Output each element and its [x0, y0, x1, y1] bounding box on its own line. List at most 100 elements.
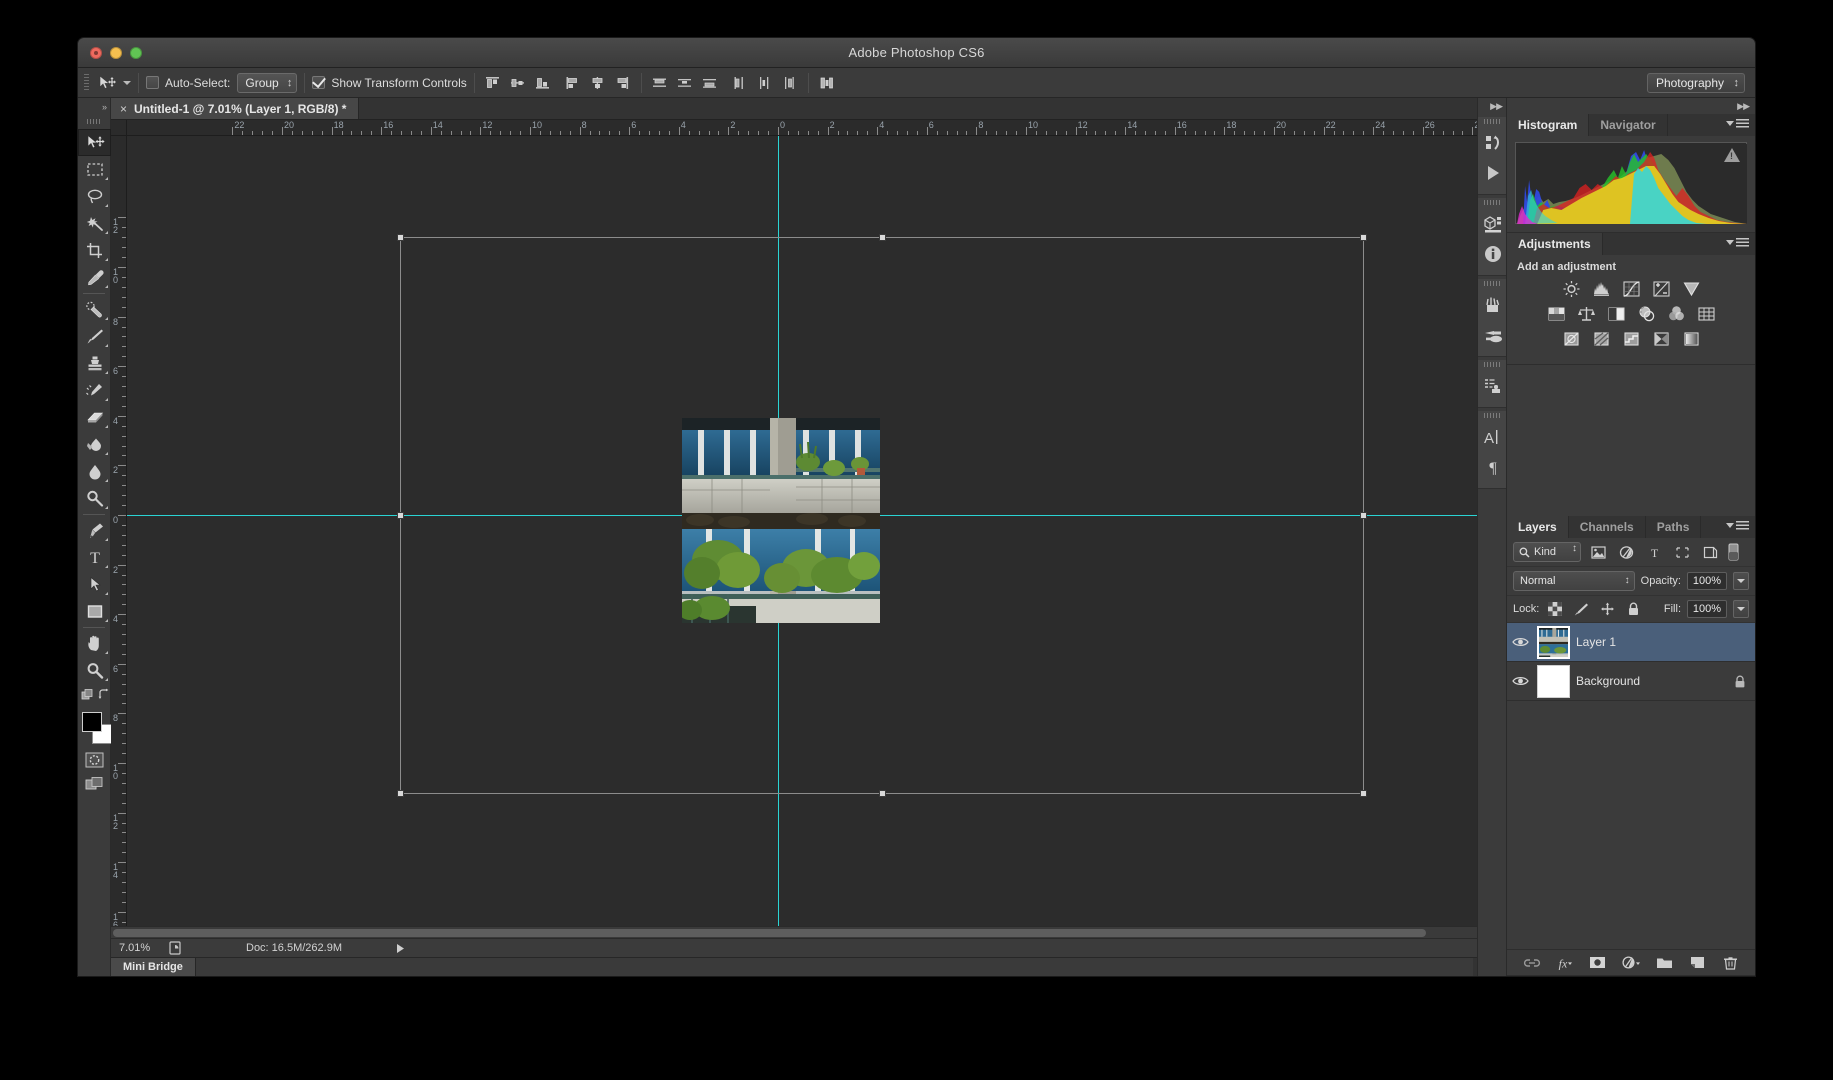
- posterize-icon[interactable]: [1591, 329, 1612, 348]
- filter-shape-layers-icon[interactable]: [1671, 542, 1693, 562]
- link-layers-icon[interactable]: [1521, 953, 1543, 973]
- spot-healing-brush-tool[interactable]: [78, 296, 111, 323]
- tab-adjustments[interactable]: Adjustments: [1507, 233, 1603, 255]
- eraser-tool[interactable]: [78, 404, 111, 431]
- screen-mode-icon[interactable]: [85, 776, 104, 792]
- color-lookup-icon[interactable]: [1696, 304, 1717, 323]
- status-menu-arrow-icon[interactable]: [396, 943, 405, 954]
- ruler-corner[interactable]: [111, 120, 127, 136]
- lock-transparent-pixels-icon[interactable]: [1545, 600, 1565, 618]
- move-tool-icon[interactable]: [94, 72, 120, 94]
- black-and-white-icon[interactable]: [1606, 304, 1627, 323]
- histogram-panel-menu-icon[interactable]: [1726, 119, 1749, 128]
- blend-mode-dropdown[interactable]: Normal: [1513, 571, 1635, 591]
- dock-group-grip[interactable]: [1484, 411, 1500, 420]
- character-panel-icon[interactable]: A: [1478, 422, 1508, 452]
- layer-thumbnail[interactable]: [1537, 626, 1570, 659]
- rectangular-marquee-tool[interactable]: [78, 156, 111, 183]
- gradient-map-icon[interactable]: [1651, 329, 1672, 348]
- dock-group-grip[interactable]: [1484, 279, 1500, 288]
- quick-mask-icon[interactable]: [85, 752, 104, 768]
- layers-panel-menu-icon[interactable]: [1726, 521, 1749, 530]
- hue-saturation-icon[interactable]: [1546, 304, 1567, 323]
- tab-paths[interactable]: Paths: [1646, 516, 1702, 538]
- close-document-icon[interactable]: ×: [120, 102, 127, 116]
- layer-name[interactable]: Background: [1576, 674, 1725, 688]
- workspace-switcher[interactable]: Photography: [1647, 73, 1745, 93]
- exposure-icon[interactable]: [1651, 279, 1672, 298]
- distribute-right-edges-button[interactable]: [779, 73, 801, 93]
- align-left-edges-button[interactable]: [562, 73, 584, 93]
- brush-tool[interactable]: [78, 323, 111, 350]
- uncached-data-warning-icon[interactable]: [1724, 148, 1740, 162]
- crop-tool[interactable]: [78, 237, 111, 264]
- filter-smart-objects-icon[interactable]: [1699, 542, 1721, 562]
- color-balance-icon[interactable]: [1576, 304, 1597, 323]
- zoom-tool[interactable]: [78, 657, 111, 684]
- transform-handle-top-left[interactable]: [397, 234, 404, 241]
- gradient-tool[interactable]: [78, 431, 111, 458]
- transform-handle-bottom-left[interactable]: [397, 790, 404, 797]
- distribute-vertical-centers-button[interactable]: [674, 73, 696, 93]
- horizontal-scrollbar[interactable]: [111, 926, 1479, 938]
- move-tool[interactable]: [78, 129, 111, 156]
- lock-position-icon[interactable]: [1597, 600, 1617, 618]
- panels-collapse-button[interactable]: ▶▶: [1507, 98, 1755, 114]
- curves-icon[interactable]: [1621, 279, 1642, 298]
- photo-filter-icon[interactable]: [1636, 304, 1657, 323]
- horizontal-scroll-thumb[interactable]: [113, 929, 1426, 937]
- transform-handle-middle-left[interactable]: [397, 512, 404, 519]
- blur-tool[interactable]: [78, 458, 111, 485]
- filter-enable-toggle[interactable]: [1727, 542, 1739, 562]
- new-group-icon[interactable]: [1653, 953, 1675, 973]
- toolbox-collapse-button[interactable]: »: [78, 98, 110, 116]
- fill-slider-chevron-down-icon[interactable]: [1733, 600, 1749, 618]
- canvas[interactable]: [127, 136, 1493, 938]
- opacity-value-field[interactable]: 100%: [1687, 572, 1727, 590]
- info-panel-icon[interactable]: [1478, 239, 1508, 269]
- foreground-color-swatch[interactable]: [82, 712, 102, 732]
- tool-preset-chevron-down-icon[interactable]: [123, 81, 131, 85]
- auto-align-layers-button[interactable]: [816, 73, 838, 93]
- transform-handle-bottom-center[interactable]: [879, 790, 886, 797]
- options-bar-grip[interactable]: [84, 74, 89, 92]
- filter-adjustment-layers-icon[interactable]: [1615, 542, 1637, 562]
- selective-color-icon[interactable]: [1681, 329, 1702, 348]
- add-layer-mask-icon[interactable]: [1587, 953, 1609, 973]
- zoom-level-field[interactable]: 7.01%: [119, 942, 163, 954]
- toolbox-grip[interactable]: [87, 116, 101, 126]
- path-selection-tool[interactable]: [78, 571, 111, 598]
- new-fill-adjustment-layer-icon[interactable]: [1620, 953, 1642, 973]
- delete-layer-icon[interactable]: [1719, 953, 1741, 973]
- layer-thumbnail[interactable]: [1537, 665, 1570, 698]
- filter-pixel-layers-icon[interactable]: [1587, 542, 1609, 562]
- quick-selection-tool[interactable]: [78, 210, 111, 237]
- hand-tool[interactable]: [78, 630, 111, 657]
- filter-type-layers-icon[interactable]: T: [1643, 542, 1665, 562]
- layer-style-fx-icon[interactable]: fx: [1554, 953, 1576, 973]
- history-brush-tool[interactable]: [78, 377, 111, 404]
- panel-dock-collapse-button[interactable]: ▶▶: [1478, 98, 1506, 114]
- dock-group-grip[interactable]: [1484, 198, 1500, 207]
- adjustments-panel-menu-icon[interactable]: [1726, 238, 1749, 247]
- channel-mixer-icon[interactable]: [1666, 304, 1687, 323]
- layer-filter-kind-dropdown[interactable]: Kind: [1513, 542, 1581, 562]
- tool-presets-panel-icon[interactable]: [1478, 371, 1508, 401]
- transform-handle-middle-right[interactable]: [1360, 512, 1367, 519]
- align-vertical-centers-button[interactable]: [507, 73, 529, 93]
- table-row[interactable]: Layer 1: [1507, 623, 1755, 662]
- dodge-tool[interactable]: [78, 485, 111, 512]
- distribute-top-edges-button[interactable]: [649, 73, 671, 93]
- align-horizontal-centers-button[interactable]: [587, 73, 609, 93]
- tab-histogram[interactable]: Histogram: [1507, 114, 1589, 136]
- dock-group-grip[interactable]: [1484, 360, 1500, 369]
- horizontal-ruler[interactable]: 2220181614121086420246810121416182022242…: [127, 120, 1493, 136]
- levels-icon[interactable]: [1591, 279, 1612, 298]
- 3d-panel-icon[interactable]: [1478, 209, 1508, 239]
- paragraph-panel-icon[interactable]: ¶: [1478, 452, 1508, 482]
- transform-handle-top-center[interactable]: [879, 234, 886, 241]
- document-thumbnail-icon[interactable]: [169, 941, 184, 955]
- edit-toolbar-icon[interactable]: [81, 688, 97, 702]
- eyedropper-tool[interactable]: [78, 264, 111, 291]
- show-transform-controls-checkbox[interactable]: [312, 76, 325, 89]
